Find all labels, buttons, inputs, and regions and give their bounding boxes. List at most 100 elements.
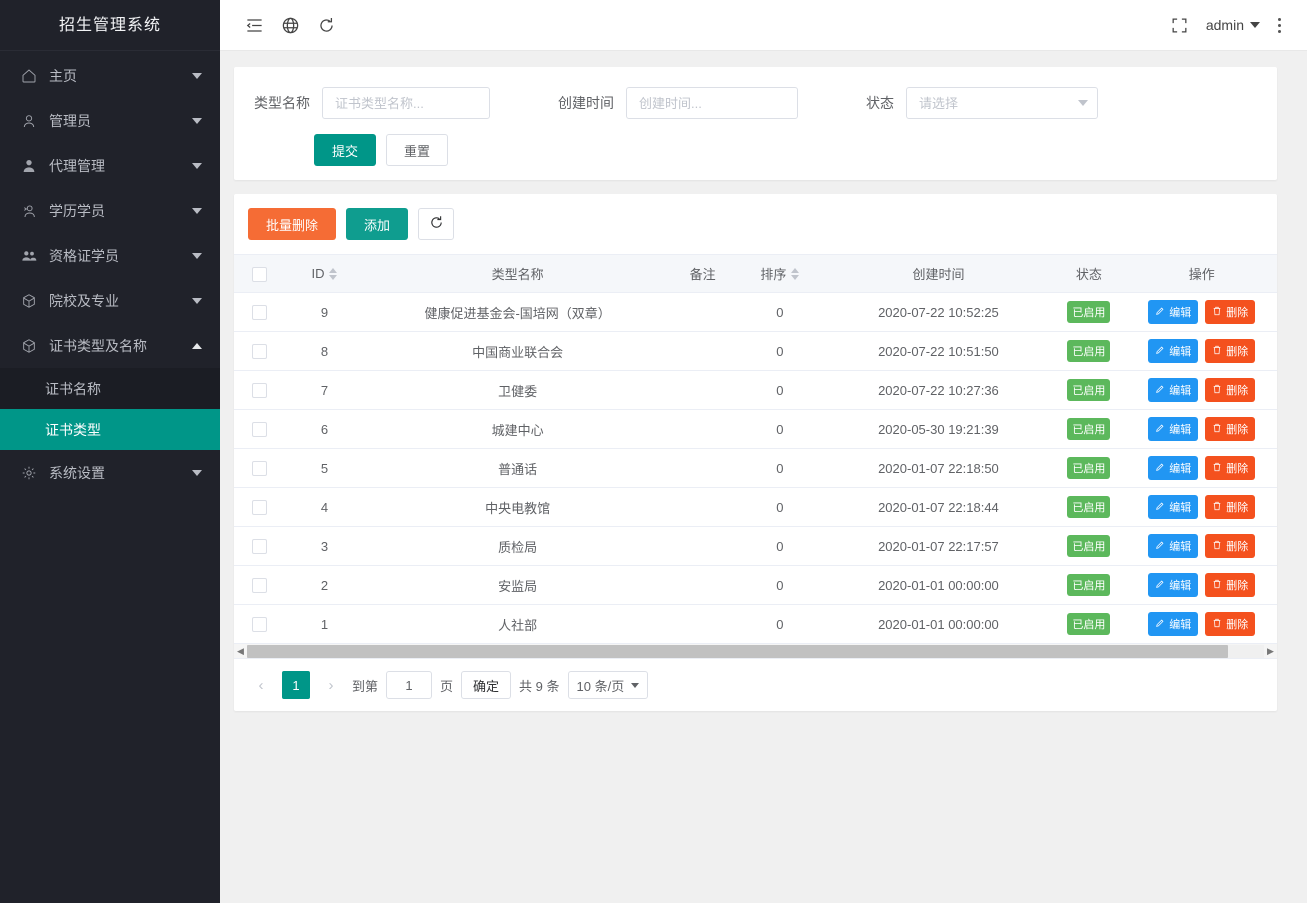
sidebar-item-schools-majors[interactable]: 院校及专业 [0,278,220,323]
sidebar-item-agent[interactable]: 代理管理 [0,143,220,188]
sidebar-item-label: 资格证学员 [49,246,192,266]
row-select-cell [234,410,285,449]
sidebar-subitem-certificate-type[interactable]: 证书类型 [0,409,220,450]
row-checkbox[interactable] [252,539,267,554]
pagination: ‹ 1 › 到第 页 确定 共 9 条 10 条/页 [234,659,1277,711]
sidebar-subitem-certificate-name[interactable]: 证书名称 [0,368,220,409]
cell-id: 8 [285,332,364,371]
row-checkbox[interactable] [252,422,267,437]
row-checkbox[interactable] [252,461,267,476]
fullscreen-icon[interactable] [1162,7,1198,43]
submit-button[interactable]: 提交 [314,134,376,166]
sidebar-item-system-settings[interactable]: 系统设置 [0,450,220,495]
refresh-icon[interactable] [308,7,344,43]
sidebar-item-home[interactable]: 主页 [0,53,220,98]
delete-button[interactable]: 删除 [1205,456,1255,480]
row-checkbox[interactable] [252,617,267,632]
column-header-id[interactable]: ID [285,255,364,293]
delete-button[interactable]: 删除 [1205,612,1255,636]
search-buttons-row: 提交 重置 [254,134,1257,166]
row-checkbox[interactable] [252,344,267,359]
row-checkbox[interactable] [252,578,267,593]
sort-icon[interactable] [791,268,799,280]
delete-button[interactable]: 删除 [1205,573,1255,597]
table-row[interactable]: 9健康促进基金会-国培网（双章）02020-07-22 10:52:25已启用编… [234,293,1277,332]
row-select-cell [234,293,285,332]
cell-status: 已启用 [1051,566,1126,605]
row-checkbox[interactable] [252,500,267,515]
more-vertical-icon[interactable] [1268,18,1291,33]
sidebar-item-degree-students[interactable]: 学历学员 [0,188,220,233]
table-row[interactable]: 6城建中心02020-05-30 19:21:39已启用编辑删除 [234,410,1277,449]
chevron-left-icon[interactable]: ‹ [248,672,274,698]
edit-button[interactable]: 编辑 [1148,339,1198,363]
scrollbar-track[interactable] [247,645,1264,658]
table-row[interactable]: 1人社部02020-01-01 00:00:00已启用编辑删除 [234,605,1277,644]
status-badge: 已启用 [1067,301,1110,323]
cell-operation: 编辑删除 [1127,449,1278,488]
sort-icon[interactable] [329,268,337,280]
table-row[interactable]: 4中央电教馆02020-01-07 22:18:44已启用编辑删除 [234,488,1277,527]
batch-delete-button[interactable]: 批量删除 [248,208,336,240]
status-badge: 已启用 [1067,418,1110,440]
menu-fold-icon[interactable] [236,7,272,43]
table-row[interactable]: 5普通话02020-01-07 22:18:50已启用编辑删除 [234,449,1277,488]
chevron-right-icon[interactable]: › [318,672,344,698]
table-row[interactable]: 7卫健委02020-07-22 10:27:36已启用编辑删除 [234,371,1277,410]
refresh-table-button[interactable] [418,208,454,240]
cube-icon [20,292,38,310]
table-row[interactable]: 3质检局02020-01-07 22:17:57已启用编辑删除 [234,527,1277,566]
cell-type-name: 中国商业联合会 [364,332,671,371]
edit-button[interactable]: 编辑 [1148,417,1198,441]
reset-button[interactable]: 重置 [386,134,448,166]
edit-button[interactable]: 编辑 [1148,456,1198,480]
scroll-left-arrow[interactable]: ◀ [234,647,247,656]
status-badge: 已启用 [1067,340,1110,362]
table-row[interactable]: 8中国商业联合会02020-07-22 10:51:50已启用编辑删除 [234,332,1277,371]
delete-button[interactable]: 删除 [1205,339,1255,363]
edit-button[interactable]: 编辑 [1148,300,1198,324]
scrollbar-thumb[interactable] [247,645,1228,658]
status-badge: 已启用 [1067,574,1110,596]
edit-button[interactable]: 编辑 [1148,612,1198,636]
cell-sort: 0 [734,605,825,644]
page-number-1[interactable]: 1 [282,671,310,699]
edit-button[interactable]: 编辑 [1148,573,1198,597]
status-select[interactable] [906,87,1098,119]
trash-icon [1212,501,1222,514]
select-all-checkbox[interactable] [252,267,267,282]
delete-button[interactable]: 删除 [1205,300,1255,324]
edit-button[interactable]: 编辑 [1148,534,1198,558]
goto-page-input[interactable] [386,671,432,699]
delete-button[interactable]: 删除 [1205,495,1255,519]
table-row[interactable]: 2安监局02020-01-01 00:00:00已启用编辑删除 [234,566,1277,605]
pencil-icon [1155,579,1165,592]
type-name-input[interactable] [322,87,490,119]
delete-button[interactable]: 删除 [1205,378,1255,402]
edit-button[interactable]: 编辑 [1148,378,1198,402]
sidebar-item-admin[interactable]: 管理员 [0,98,220,143]
row-checkbox[interactable] [252,383,267,398]
pencil-icon [1155,501,1165,514]
globe-icon[interactable] [272,7,308,43]
add-button[interactable]: 添加 [346,208,408,240]
pencil-icon [1155,462,1165,475]
column-header-sort[interactable]: 排序 [734,255,825,293]
user-menu[interactable]: admin [1198,17,1268,33]
page-size-select[interactable]: 10 条/页 [568,671,649,699]
delete-label: 删除 [1226,538,1248,554]
sidebar-item-certificate-types[interactable]: 证书类型及名称 [0,323,220,368]
sidebar-item-certificate-students[interactable]: 资格证学员 [0,233,220,278]
chevron-down-icon [192,253,202,259]
cell-operation: 编辑删除 [1127,566,1278,605]
row-checkbox[interactable] [252,305,267,320]
edit-button[interactable]: 编辑 [1148,495,1198,519]
horizontal-scrollbar[interactable]: ◀ ▶ [234,644,1277,659]
delete-button[interactable]: 删除 [1205,534,1255,558]
scroll-right-arrow[interactable]: ▶ [1264,647,1277,656]
edit-label: 编辑 [1169,616,1191,632]
delete-button[interactable]: 删除 [1205,417,1255,441]
table-panel: 批量删除 添加 [234,194,1277,711]
create-time-input[interactable] [626,87,798,119]
goto-confirm-button[interactable]: 确定 [461,671,511,699]
